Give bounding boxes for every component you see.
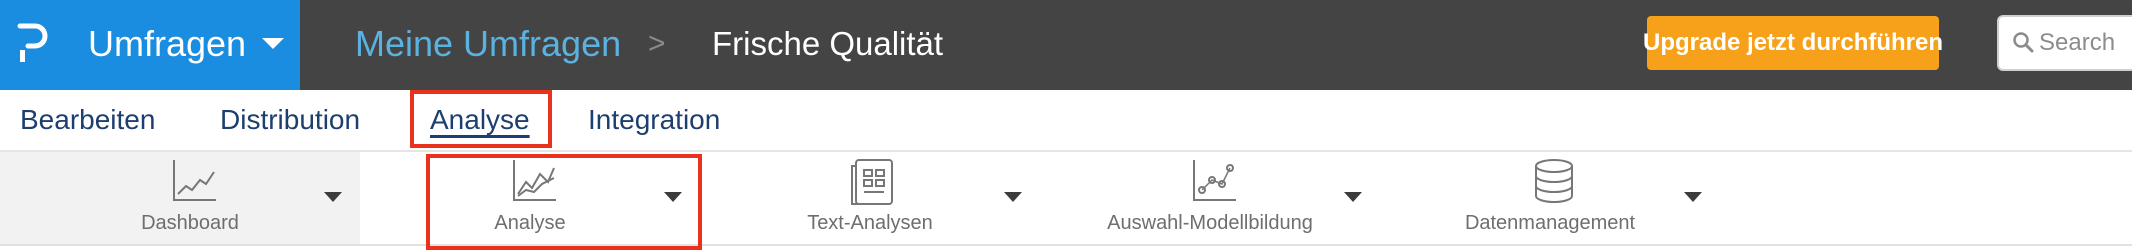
line-chart-icon <box>173 160 216 201</box>
tab-bearbeiten[interactable]: Bearbeiten <box>20 100 155 140</box>
chevron-down-icon <box>262 38 284 49</box>
toolbar-divider <box>0 244 2132 246</box>
breadcrumb-separator-icon: > <box>648 27 666 60</box>
chevron-down-icon[interactable] <box>1344 192 1362 202</box>
analysis-toolbar: Dashboard Analyse Text-Analysen Auswahl-… <box>0 152 2132 252</box>
tab-integration[interactable]: Integration <box>588 100 720 140</box>
search-icon <box>2013 32 2034 53</box>
chevron-down-icon[interactable] <box>1684 192 1702 202</box>
search-placeholder: Search <box>2039 29 2116 56</box>
highlight-box-analyse-tool <box>426 154 702 250</box>
top-header: Umfragen Meine Umfragen > Frische Qualit… <box>0 0 2132 90</box>
section-tabs: Bearbeiten Distribution Analyse Integrat… <box>0 90 2132 152</box>
upgrade-button[interactable]: Upgrade jetzt durchführen <box>1643 16 1943 70</box>
database-icon <box>1535 159 1573 203</box>
breadcrumb-current-survey: Frische Qualität <box>712 25 944 62</box>
text-document-icon <box>851 159 893 205</box>
product-switcher[interactable]: Umfragen <box>0 0 300 90</box>
tab-distribution[interactable]: Distribution <box>220 100 360 140</box>
tool-dashboard[interactable]: Dashboard <box>120 152 370 244</box>
scatter-chart-icon <box>1193 160 1236 201</box>
highlight-box-analyse-tab <box>410 90 552 148</box>
brand-logo-icon <box>17 23 48 62</box>
tool-text-analysen[interactable]: Text-Analysen <box>800 152 1050 244</box>
chevron-down-icon[interactable] <box>324 192 342 202</box>
chevron-down-icon[interactable] <box>1004 192 1022 202</box>
tool-text-analysen-label: Text-Analysen <box>807 212 933 234</box>
tool-datenmanagement-label: Datenmanagement <box>1464 212 1636 234</box>
search-input[interactable]: Search <box>1997 15 2132 71</box>
breadcrumb-my-surveys-link[interactable]: Meine Umfragen <box>355 22 621 66</box>
tool-dashboard-label: Dashboard <box>141 212 239 234</box>
tool-datenmanagement[interactable]: Datenmanagement <box>1465 152 1730 244</box>
product-title: Umfragen <box>88 23 247 64</box>
tool-auswahl-modellbildung-label: Auswahl-Modellbildung <box>1107 212 1313 234</box>
tool-auswahl-modellbildung[interactable]: Auswahl-Modellbildung <box>1107 152 1390 244</box>
